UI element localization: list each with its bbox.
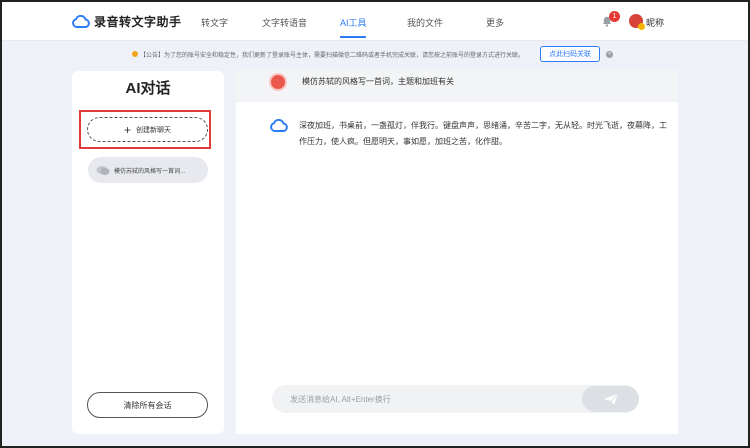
top-navigation-bar: 录音转文字助手 转文字 文字转语音 AI工具 我的文件 更多 1 昵称: [2, 2, 748, 41]
user-question-bar: 模仿苏轼的风格写一首词，主题和加班有关: [236, 69, 678, 101]
scan-link-button[interactable]: 点此扫码关联: [540, 46, 600, 62]
plus-icon: +: [123, 122, 131, 137]
nav-text-to-speech[interactable]: 文字转语音: [262, 16, 307, 29]
announcement-icon: [132, 51, 138, 57]
send-button[interactable]: [582, 386, 639, 412]
notification-badge: 1: [609, 11, 620, 22]
app-logo[interactable]: 录音转文字助手: [72, 13, 182, 30]
user-message-avatar: [269, 73, 287, 91]
chat-history-label: 模仿苏轼的风格写一首词...: [114, 168, 186, 175]
app-title: 录音转文字助手: [94, 15, 182, 29]
nav-ai-tools[interactable]: AI工具: [340, 16, 367, 29]
announcement-text: 【公告】为了您的账号安全和稳定性，我们更新了登录账号主体，需要扫描微信二维码或者…: [140, 52, 525, 59]
chat-sidebar: AI对话 + 创建新聊天 模仿苏轼的风格写一首词... 清除所有会话: [72, 71, 224, 434]
user-nickname[interactable]: 昵称: [646, 16, 664, 29]
nav-my-files[interactable]: 我的文件: [407, 16, 443, 29]
message-input-bar: 发送消息给AI, Alt+Enter换行: [272, 385, 639, 413]
nav-more[interactable]: 更多: [486, 16, 504, 29]
new-chat-label: 创建新聊天: [136, 126, 171, 134]
clear-all-chats-button[interactable]: 清除所有会话: [87, 392, 208, 418]
user-question-text: 模仿苏轼的风格写一首词，主题和加班有关: [302, 77, 454, 86]
ai-answer-text: 深夜加班，书桌前，一盏孤灯，伴我行。键盘声声，思绪涌，辛苦二字，无从轻。时光飞逝…: [299, 121, 667, 146]
send-icon: [603, 393, 618, 405]
message-input[interactable]: 发送消息给AI, Alt+Enter换行: [290, 394, 391, 405]
active-nav-indicator: [340, 36, 366, 38]
ai-cloud-icon: [270, 119, 288, 132]
verified-badge-icon: [638, 23, 645, 30]
nav-transcribe[interactable]: 转文字: [201, 16, 228, 29]
sidebar-title: AI对话: [125, 80, 171, 97]
chat-history-item[interactable]: 模仿苏轼的风格写一首词...: [88, 157, 208, 183]
new-chat-button[interactable]: + 创建新聊天: [87, 117, 208, 142]
close-announcement-icon[interactable]: ×: [606, 51, 613, 58]
cloud-logo-icon: [72, 15, 90, 28]
chat-bubble-icon: [96, 165, 110, 175]
